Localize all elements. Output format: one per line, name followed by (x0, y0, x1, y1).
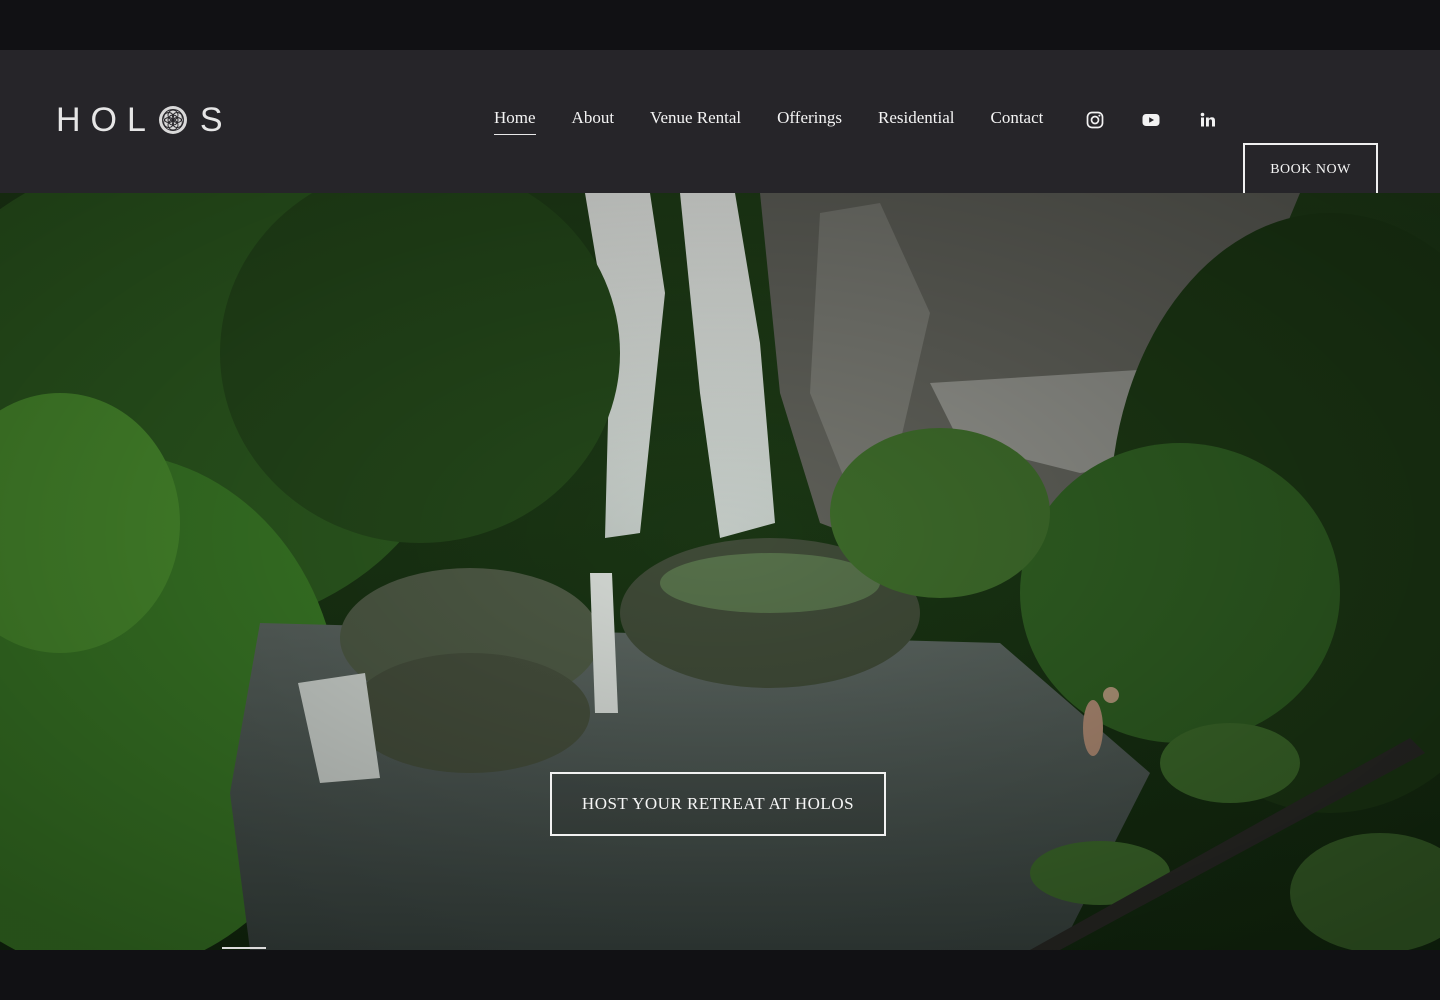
instagram-icon[interactable] (1083, 108, 1107, 132)
host-retreat-button[interactable]: HOST YOUR RETREAT AT HOLOS (550, 772, 886, 836)
nav-venue-rental[interactable]: Venue Rental (650, 108, 741, 135)
main-nav: Home About Venue Rental Offerings Reside… (494, 108, 1079, 135)
logo-text-left: HOL (56, 100, 156, 139)
nav-about[interactable]: About (572, 108, 615, 135)
holos-logo[interactable]: HOL S (56, 100, 233, 139)
book-now-button[interactable]: BOOK NOW (1243, 143, 1378, 196)
linkedin-icon[interactable] (1196, 108, 1220, 132)
waterfall-jungle-photo (0, 193, 1440, 950)
site-header: HOL S Home About Venue Rental Offerings … (0, 50, 1440, 196)
logo-text-right: S (199, 100, 233, 139)
slide-indicator (222, 947, 266, 949)
bottom-bar (0, 950, 1440, 1000)
nav-residential[interactable]: Residential (878, 108, 954, 135)
hero-section: HOST YOUR RETREAT AT HOLOS (0, 193, 1440, 950)
flower-of-life-icon (158, 105, 188, 135)
youtube-icon[interactable] (1139, 108, 1163, 132)
nav-contact[interactable]: Contact (990, 108, 1043, 135)
top-bar (0, 0, 1440, 50)
nav-offerings[interactable]: Offerings (777, 108, 842, 135)
nav-home[interactable]: Home (494, 108, 536, 135)
